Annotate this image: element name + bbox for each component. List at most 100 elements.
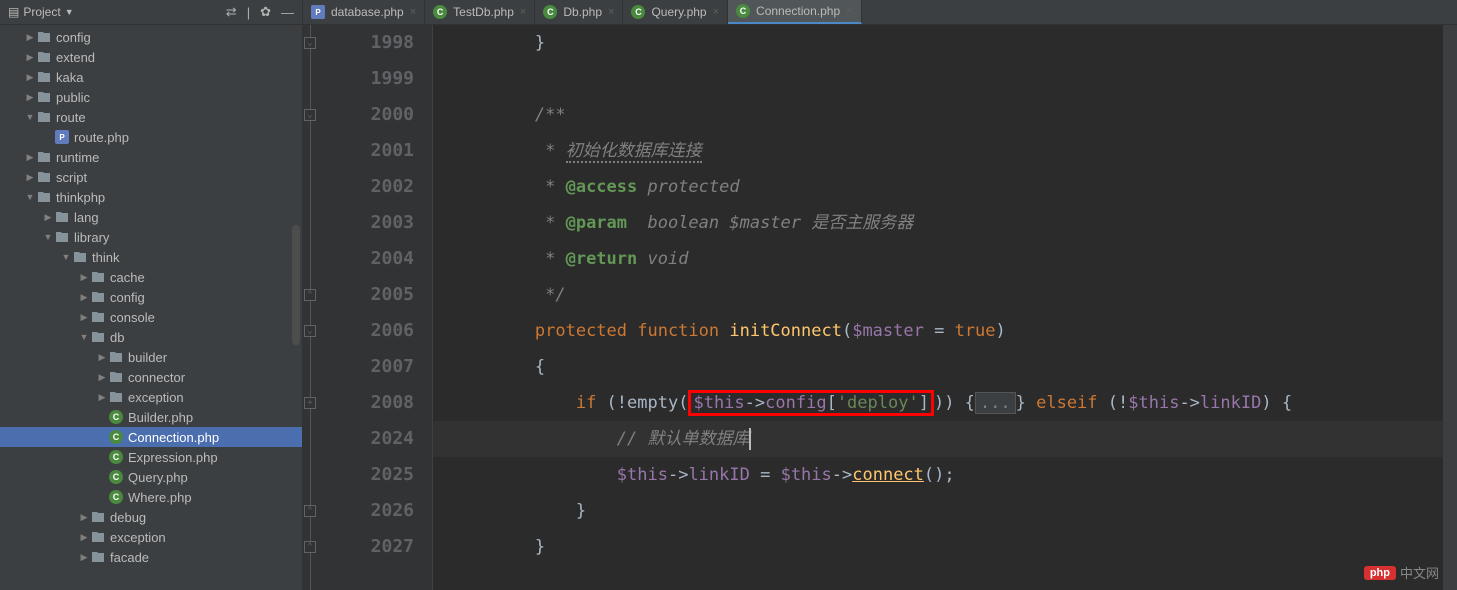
tree-arrow-icon[interactable]: ▶ <box>42 212 54 223</box>
tree-item-debug[interactable]: ▶debug <box>0 507 302 527</box>
tree-item-label: console <box>110 310 155 325</box>
close-icon[interactable]: × <box>713 6 719 18</box>
tab-Query-php[interactable]: CQuery.php× <box>623 0 728 24</box>
close-icon[interactable]: × <box>520 6 526 18</box>
tree-arrow-icon[interactable]: ▶ <box>24 52 36 63</box>
editor-tabs: Pdatabase.php×CTestDb.php×CDb.php×CQuery… <box>303 0 1457 25</box>
tree-item-console[interactable]: ▶ console <box>0 307 302 327</box>
tree-item-label: library <box>74 230 109 245</box>
tree-item-route[interactable]: ▼route <box>0 107 302 127</box>
tree-item-facade[interactable]: ▶facade <box>0 547 302 567</box>
close-icon[interactable]: × <box>410 6 416 18</box>
editor-area: Pdatabase.php×CTestDb.php×CDb.php×CQuery… <box>303 0 1457 590</box>
line-number: 1999 <box>303 61 414 97</box>
tree-item-label: thinkphp <box>56 190 105 205</box>
line-number: 2007 <box>303 349 414 385</box>
tree-arrow-icon[interactable]: ▶ <box>24 32 36 43</box>
tree-item-Query-php[interactable]: CQuery.php <box>0 467 302 487</box>
tree-item-connector[interactable]: ▶ connector <box>0 367 302 387</box>
folder-icon <box>36 89 52 105</box>
tree-item-lang[interactable]: ▶lang <box>0 207 302 227</box>
tree-arrow-icon[interactable]: ▼ <box>78 332 90 342</box>
close-icon[interactable]: × <box>846 5 852 17</box>
tree-arrow-icon[interactable]: ▼ <box>60 252 72 262</box>
fold-toggle-icon[interactable]: ⌄ <box>304 109 316 121</box>
tree-item-runtime[interactable]: ▶runtime <box>0 147 302 167</box>
hide-icon[interactable]: — <box>281 5 294 20</box>
tree-item-db[interactable]: ▼db <box>0 327 302 347</box>
tree-item-label: cache <box>110 270 145 285</box>
function-name: initConnect <box>729 321 842 341</box>
fold-toggle-icon[interactable]: ⌄ <box>304 325 316 337</box>
tree-item-label: connector <box>128 370 185 385</box>
tree-item-public[interactable]: ▶public <box>0 87 302 107</box>
folded-code[interactable]: ... <box>975 392 1016 414</box>
close-icon[interactable]: × <box>608 6 614 18</box>
tree-item-Expression-php[interactable]: CExpression.php <box>0 447 302 467</box>
folder-icon <box>108 369 124 385</box>
collapse-icon[interactable]: ⇄ <box>226 4 237 20</box>
tree-arrow-icon[interactable]: ▶ <box>24 172 36 183</box>
tree-arrow-icon[interactable]: ▼ <box>24 112 36 122</box>
watermark-text: 中文网 <box>1400 563 1439 582</box>
tab-label: TestDb.php <box>453 5 514 19</box>
tree-arrow-icon[interactable]: ▶ <box>78 512 90 523</box>
folder-icon <box>90 289 106 305</box>
code-content[interactable]: } /** * 初始化数据库连接 * @access protected * @… <box>433 25 1443 590</box>
tree-item-exception[interactable]: ▶exception <box>0 527 302 547</box>
tree-item-exception[interactable]: ▶exception <box>0 387 302 407</box>
tree-arrow-icon[interactable]: ▶ <box>78 312 90 323</box>
tree-arrow-icon[interactable]: ▶ <box>96 392 108 403</box>
tree-arrow-icon[interactable]: ▼ <box>42 232 54 242</box>
watermark: php 中文网 <box>1364 563 1439 582</box>
tree-arrow-icon[interactable]: ▶ <box>78 532 90 543</box>
tree-arrow-icon[interactable]: ▶ <box>78 552 90 563</box>
comment: // 默认单数据库 <box>617 429 750 449</box>
tree-item-Connection-php[interactable]: CConnection.php <box>0 427 302 447</box>
class-file-icon: C <box>108 409 124 425</box>
fold-toggle-icon[interactable]: + <box>304 397 316 409</box>
tree-item-Builder-php[interactable]: CBuilder.php <box>0 407 302 427</box>
doc-start: /** <box>453 105 566 125</box>
tree-item-script[interactable]: ▶script <box>0 167 302 187</box>
tree-arrow-icon[interactable]: ▶ <box>24 92 36 103</box>
tree-item-label: Query.php <box>128 470 188 485</box>
tree-item-Where-php[interactable]: CWhere.php <box>0 487 302 507</box>
tree-arrow-icon[interactable]: ▼ <box>24 192 36 202</box>
tree-item-route-php[interactable]: Proute.php <box>0 127 302 147</box>
fold-toggle-icon[interactable]: ⌃ <box>304 541 316 553</box>
tree-item-library[interactable]: ▼ library <box>0 227 302 247</box>
tree-item-builder[interactable]: ▶builder <box>0 347 302 367</box>
project-tree[interactable]: ▶config▶extend▶kaka▶public▼routeProute.p… <box>0 25 302 590</box>
tree-item-config[interactable]: ▶config <box>0 287 302 307</box>
tree-item-think[interactable]: ▼think <box>0 247 302 267</box>
tree-item-extend[interactable]: ▶extend <box>0 47 302 67</box>
tree-arrow-icon[interactable]: ▶ <box>96 372 108 383</box>
folder-icon <box>108 349 124 365</box>
tree-arrow-icon[interactable]: ▶ <box>96 352 108 363</box>
fold-toggle-icon[interactable]: ⌄ <box>304 37 316 49</box>
tab-Connection-php[interactable]: CConnection.php× <box>728 0 862 24</box>
fold-toggle-icon[interactable]: ⌃ <box>304 289 316 301</box>
tab-TestDb-php[interactable]: CTestDb.php× <box>425 0 535 24</box>
tree-arrow-icon[interactable]: ▶ <box>24 72 36 83</box>
tree-arrow-icon[interactable]: ▶ <box>78 292 90 303</box>
class-file-icon: C <box>108 489 124 505</box>
class-file-icon: C <box>108 429 124 445</box>
tree-item-kaka[interactable]: ▶kaka <box>0 67 302 87</box>
tree-item-thinkphp[interactable]: ▼ thinkphp <box>0 187 302 207</box>
tree-item-cache[interactable]: ▶ cache <box>0 267 302 287</box>
php-file-icon: P <box>54 129 70 145</box>
tab-Db-php[interactable]: CDb.php× <box>535 0 623 24</box>
gear-icon[interactable]: ✿ <box>260 4 271 20</box>
project-selector[interactable]: ▤ Project ▼ <box>8 5 74 19</box>
scrollbar-thumb[interactable] <box>292 225 300 345</box>
tab-database-php[interactable]: Pdatabase.php× <box>303 0 425 24</box>
folder-icon <box>36 149 52 165</box>
tree-arrow-icon[interactable]: ▶ <box>78 272 90 283</box>
tree-item-config[interactable]: ▶config <box>0 27 302 47</box>
folder-icon <box>108 389 124 405</box>
folder-icon <box>90 509 106 525</box>
fold-toggle-icon[interactable]: ⌃ <box>304 505 316 517</box>
tree-arrow-icon[interactable]: ▶ <box>24 152 36 163</box>
